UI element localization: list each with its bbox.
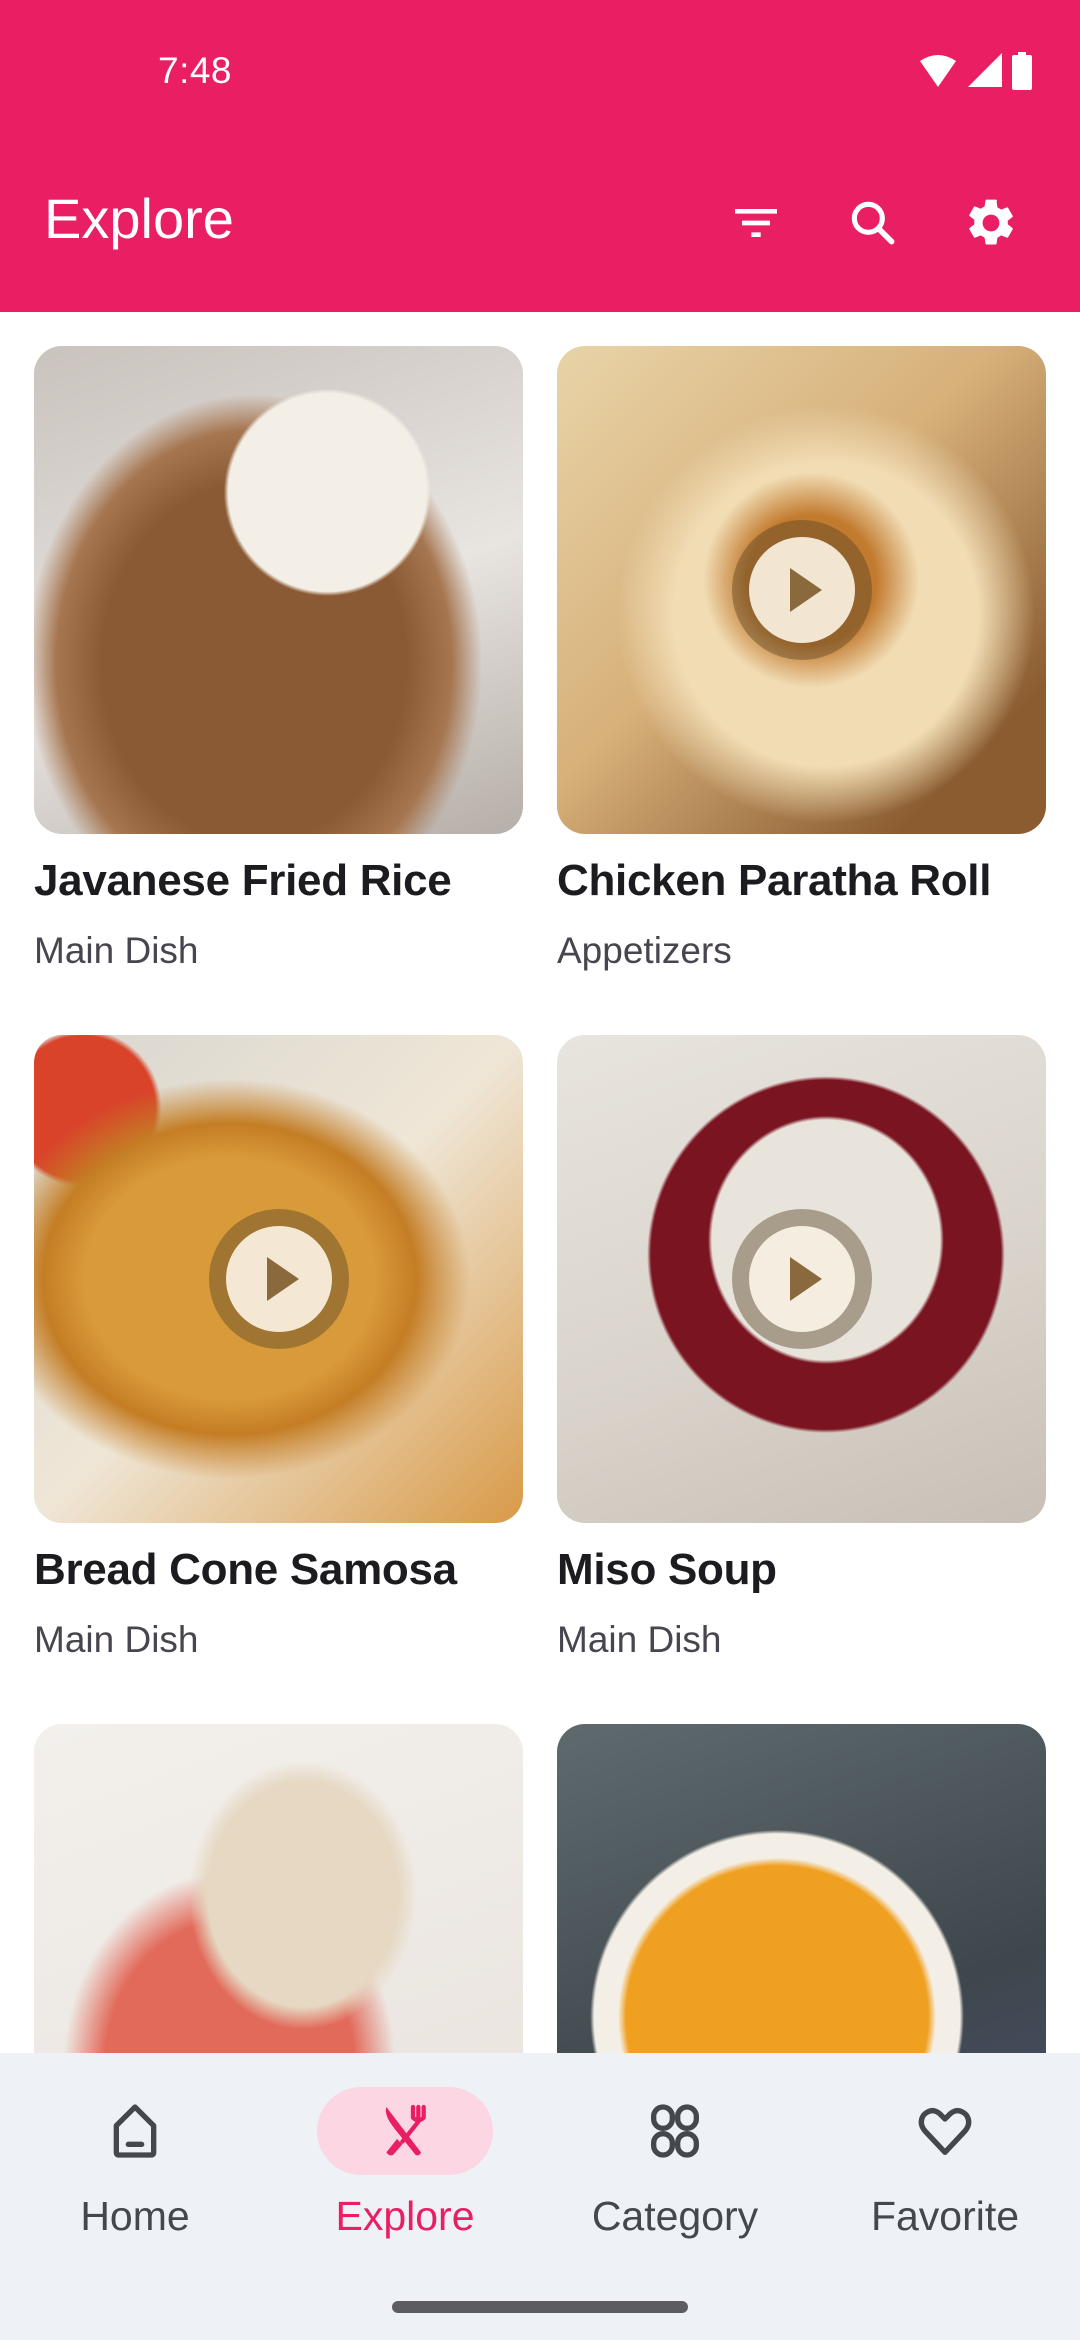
cellular-signal-icon bbox=[968, 53, 1002, 87]
nav-item-favorite[interactable]: Favorite bbox=[810, 2087, 1080, 2257]
recipe-image bbox=[557, 346, 1046, 834]
utensils-icon bbox=[385, 2104, 426, 2156]
filter-icon bbox=[735, 209, 777, 237]
recipe-category: Main Dish bbox=[557, 1619, 722, 1660]
nav-label: Explore bbox=[335, 2193, 475, 2239]
play-icon bbox=[789, 568, 822, 612]
recipe-image bbox=[34, 1724, 523, 2053]
app-bar: 7:48 Explore bbox=[0, 0, 1080, 312]
recipe-card[interactable]: Miso Soup Main Dish bbox=[557, 1035, 1046, 1661]
bottom-navigation: Home Explore Category Favorite bbox=[0, 2053, 1080, 2340]
home-indicator[interactable] bbox=[392, 2301, 688, 2313]
recipe-card[interactable]: Bread Cone Samosa Main Dish bbox=[34, 1035, 523, 1661]
nav-item-category[interactable]: Category bbox=[540, 2087, 810, 2257]
wifi-icon bbox=[920, 55, 956, 87]
recipe-title: Javanese Fried Rice bbox=[34, 856, 452, 905]
recipe-card[interactable]: Chicken Paratha Roll Appetizers bbox=[557, 346, 1046, 972]
recipe-image bbox=[34, 1035, 523, 1523]
active-indicator bbox=[317, 2087, 493, 2175]
search-icon bbox=[851, 201, 895, 245]
nav-label: Favorite bbox=[870, 2193, 1020, 2239]
nav-item-home[interactable]: Home bbox=[0, 2087, 270, 2257]
recipe-card[interactable] bbox=[557, 1724, 1046, 2053]
recipe-title: Bread Cone Samosa bbox=[34, 1545, 457, 1594]
nav-label: Category bbox=[591, 2193, 759, 2239]
play-button[interactable] bbox=[208, 1209, 349, 1349]
page-title: Explore bbox=[44, 187, 234, 250]
play-icon bbox=[266, 1257, 299, 1301]
play-button[interactable] bbox=[731, 1209, 872, 1349]
recipe-image bbox=[557, 1035, 1046, 1523]
nav-item-explore[interactable]: Explore bbox=[270, 2087, 540, 2257]
recipe-title: Miso Soup bbox=[557, 1545, 777, 1594]
status-time: 7:48 bbox=[158, 50, 233, 91]
status-icons bbox=[918, 52, 1032, 90]
recipe-category: Appetizers bbox=[557, 930, 732, 971]
recipe-image bbox=[34, 346, 523, 834]
home-icon bbox=[113, 2104, 157, 2158]
nav-label: Home bbox=[80, 2193, 190, 2239]
recipe-image bbox=[557, 1724, 1046, 2053]
settings-button[interactable] bbox=[958, 190, 1024, 256]
recipe-grid[interactable]: Javanese Fried Rice Main Dish Chicken Pa… bbox=[0, 312, 1080, 2053]
recipe-title: Chicken Paratha Roll bbox=[557, 856, 992, 905]
recipe-card[interactable] bbox=[34, 1724, 523, 2053]
play-icon bbox=[789, 1257, 822, 1301]
recipe-category: Main Dish bbox=[34, 1619, 199, 1660]
filter-button[interactable] bbox=[723, 190, 789, 256]
heart-icon bbox=[918, 2108, 972, 2155]
recipe-category: Main Dish bbox=[34, 930, 199, 971]
category-grid-icon bbox=[651, 2104, 699, 2158]
recipe-card[interactable]: Javanese Fried Rice Main Dish bbox=[34, 346, 523, 972]
search-button[interactable] bbox=[840, 190, 906, 256]
battery-icon bbox=[1012, 52, 1032, 90]
play-button[interactable] bbox=[731, 520, 872, 660]
gear-icon bbox=[969, 199, 1013, 245]
